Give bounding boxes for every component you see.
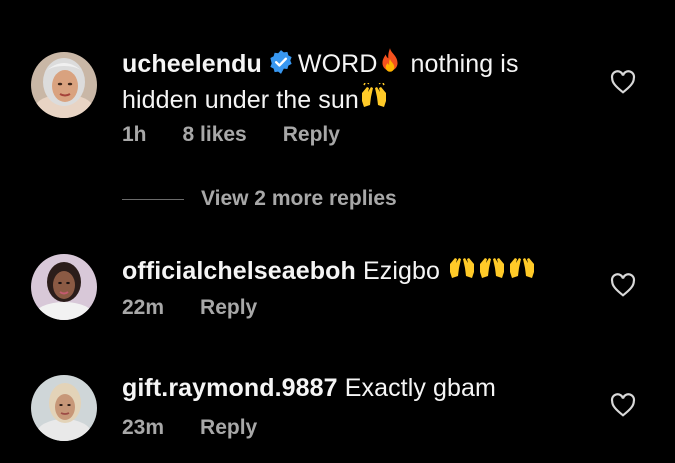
timestamp: 22m: [122, 296, 165, 319]
comment-body: Exactly gbam: [344, 374, 496, 402]
avatar[interactable]: [31, 375, 97, 441]
raising-hands-emoji-icon: [359, 81, 389, 119]
comment-text: gift.raymond.9887 Exactly gbam: [122, 372, 582, 404]
heart-icon[interactable]: [610, 273, 636, 297]
raising-hands-emoji-icon: [447, 254, 477, 290]
username[interactable]: officialchelseaeboh: [122, 257, 356, 285]
comment-text: ucheelendu WORD nothing is hidden under t…: [122, 47, 582, 119]
raising-hands-emoji-icon: [507, 254, 537, 290]
reply-button[interactable]: Reply: [200, 296, 257, 319]
comment-body-part1: WORD: [297, 50, 378, 78]
heart-icon[interactable]: [610, 393, 636, 417]
reply-button[interactable]: Reply: [200, 416, 257, 439]
avatar[interactable]: [31, 52, 97, 118]
comment-meta: 23m Reply: [122, 415, 293, 441]
verified-badge-icon: [268, 49, 294, 83]
avatar[interactable]: [31, 254, 97, 320]
comment-meta: 1h 8 likes Reply: [122, 122, 376, 148]
comment-text: officialchelseaeboh Ezigbo: [122, 254, 582, 290]
raising-hands-emoji-icon: [477, 254, 507, 290]
timestamp: 1h: [122, 123, 147, 146]
likes-count[interactable]: 8 likes: [183, 123, 247, 146]
comment-meta: 22m Reply: [122, 295, 293, 321]
view-more-replies[interactable]: View 2 more replies: [122, 186, 397, 212]
reply-button[interactable]: Reply: [283, 123, 340, 146]
username[interactable]: ucheelendu: [122, 50, 262, 78]
divider-line: [122, 198, 184, 200]
comment-body: Ezigbo: [362, 257, 448, 285]
fire-emoji-icon: [377, 47, 403, 83]
timestamp: 23m: [122, 416, 165, 439]
username[interactable]: gift.raymond.9887: [122, 374, 338, 402]
heart-icon[interactable]: [610, 70, 636, 94]
view-more-replies-label[interactable]: View 2 more replies: [201, 187, 397, 211]
